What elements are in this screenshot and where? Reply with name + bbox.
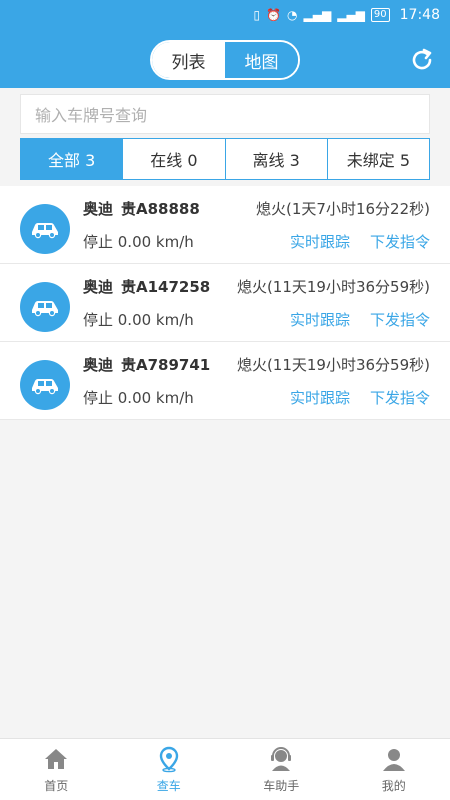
tab-label: 首页: [44, 779, 69, 793]
vehicle-brand: 奥迪: [83, 278, 114, 296]
vehicle-actions: 实时跟踪 下发指令: [290, 231, 430, 252]
vehicle-name: 奥迪 贵A147258: [83, 276, 210, 297]
vehicle-brand: 奥迪: [83, 356, 114, 374]
car-avatar: [20, 204, 70, 254]
filter-all[interactable]: 全部 3: [21, 139, 124, 179]
vehicle-brand: 奥迪: [83, 200, 114, 218]
alarm-icon: ⏰: [266, 8, 282, 22]
send-command-link[interactable]: 下发指令: [370, 387, 430, 408]
refresh-icon[interactable]: [408, 46, 436, 74]
realtime-track-link[interactable]: 实时跟踪: [290, 387, 350, 408]
car-icon: [32, 301, 58, 317]
filter-unbound[interactable]: 未绑定 5: [327, 139, 429, 179]
vehicle-actions: 实时跟踪 下发指令: [290, 387, 430, 408]
car-avatar: [20, 282, 70, 332]
vehicle-list: 奥迪 贵A88888 熄火(1天7小时16分22秒) 停止 0.00 km/h 实…: [0, 186, 450, 420]
tab-label: 我的: [381, 779, 406, 793]
vehicle-name: 奥迪 贵A789741: [83, 354, 210, 375]
realtime-track-link[interactable]: 实时跟踪: [290, 231, 350, 252]
send-command-link[interactable]: 下发指令: [370, 309, 430, 330]
vehicle-speed: 停止 0.00 km/h: [83, 233, 194, 251]
location-pin-icon: [159, 746, 178, 773]
realtime-track-link[interactable]: 实时跟踪: [290, 309, 350, 330]
tab-list[interactable]: 列表: [152, 42, 225, 78]
vehicle-plate: 贵A88888: [121, 200, 200, 218]
car-icon: [32, 223, 58, 239]
search-input[interactable]: 输入车牌号查询: [20, 94, 430, 134]
tab-find-car[interactable]: 查车: [113, 739, 226, 800]
vehicle-name: 奥迪 贵A88888: [83, 198, 200, 219]
ignition-status: 熄火(11天19小时36分59秒): [236, 278, 430, 296]
tab-label: 查车: [156, 779, 181, 793]
vibrate-icon: ▯: [253, 8, 261, 22]
car-icon: [32, 379, 58, 395]
filter-offline[interactable]: 离线 3: [225, 139, 328, 179]
tab-mine[interactable]: 我的: [338, 739, 450, 800]
car-avatar: [20, 360, 70, 410]
bottom-tab-bar: 首页 查车 车助手 我的: [0, 738, 450, 800]
send-command-link[interactable]: 下发指令: [370, 231, 430, 252]
tab-label: 车助手: [263, 779, 300, 793]
vehicle-actions: 实时跟踪 下发指令: [290, 309, 430, 330]
vehicle-plate: 贵A147258: [121, 278, 211, 296]
signal-icon-2: ▂▄▆: [337, 8, 365, 22]
view-toggle: 列表 地图: [150, 40, 300, 80]
tab-map[interactable]: 地图: [225, 42, 298, 78]
status-bar: ▯ ⏰ ◔ ▂▄▆ ▂▄▆ 90 17:48: [0, 0, 450, 30]
vehicle-row[interactable]: 奥迪 贵A147258 熄火(11天19小时36分59秒) 停止 0.00 km/…: [0, 264, 450, 342]
vehicle-speed: 停止 0.00 km/h: [83, 311, 194, 329]
vehicle-row[interactable]: 奥迪 贵A88888 熄火(1天7小时16分22秒) 停止 0.00 km/h 实…: [0, 186, 450, 264]
app-header: ▯ ⏰ ◔ ▂▄▆ ▂▄▆ 90 17:48 列表 地图: [0, 0, 450, 88]
home-icon: [45, 749, 68, 769]
user-icon: [382, 749, 405, 771]
ignition-status: 熄火(11天19小时36分59秒): [236, 356, 430, 374]
tab-home[interactable]: 首页: [0, 739, 113, 800]
filter-tabs: 全部 3 在线 0 离线 3 未绑定 5: [20, 138, 430, 180]
filter-online[interactable]: 在线 0: [123, 139, 226, 179]
ignition-status: 熄火(1天7小时16分22秒): [256, 200, 430, 218]
vehicle-plate: 贵A789741: [121, 356, 211, 374]
vehicle-row[interactable]: 奥迪 贵A789741 熄火(11天19小时36分59秒) 停止 0.00 km/…: [0, 342, 450, 420]
wifi-icon: ◔: [287, 8, 298, 22]
assistant-icon: [271, 747, 292, 771]
battery-icon: 90: [370, 8, 390, 22]
signal-icon: ▂▄▆: [303, 8, 332, 22]
vehicle-speed: 停止 0.00 km/h: [83, 389, 194, 407]
tab-assistant[interactable]: 车助手: [225, 739, 338, 800]
status-time: 17:48: [399, 7, 440, 23]
